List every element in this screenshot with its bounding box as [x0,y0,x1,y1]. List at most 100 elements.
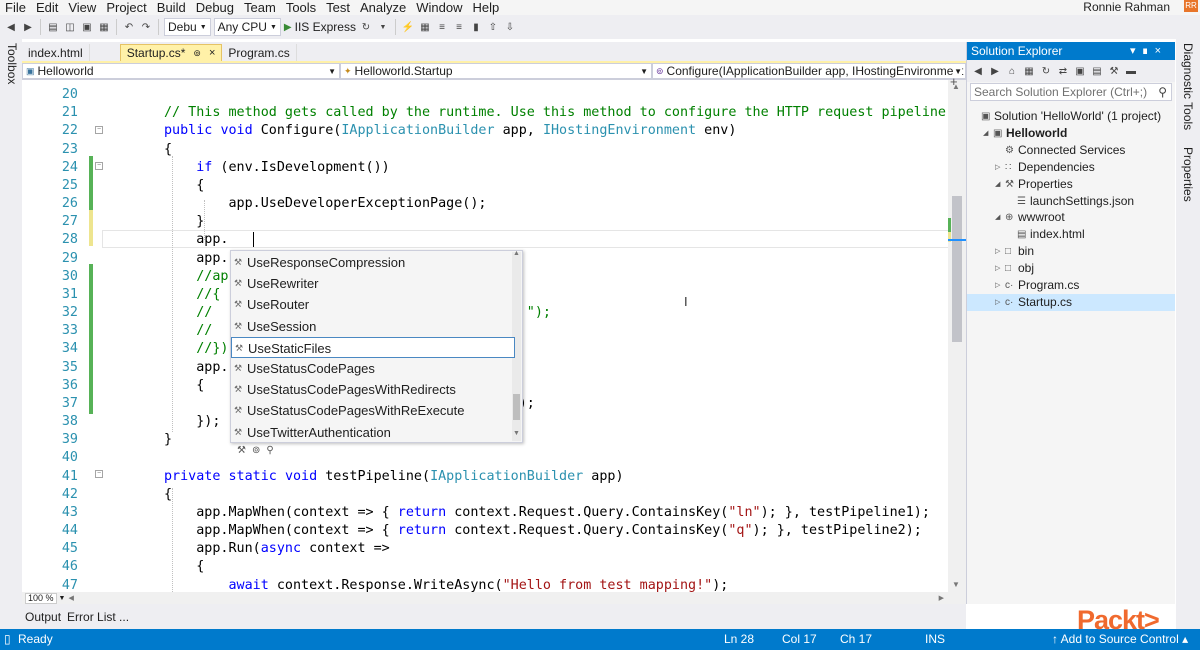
sync-icon[interactable]: ⇄ [1056,64,1070,78]
undo-icon[interactable]: ↶ [122,20,136,34]
menu-item-file[interactable]: File [0,0,31,15]
search-icon[interactable]: ⚲ [1158,84,1167,100]
collapse-arrow-icon[interactable]: ◢ [995,209,1000,226]
completion-item[interactable]: ⚒ UseStatusCodePagesWithRedirects [231,379,515,400]
uncomment-icon[interactable]: ≡ [452,20,466,34]
solution-tree-node[interactable]: ▤ index.html [967,226,1175,243]
completion-item[interactable]: ⚒ UseSession [231,316,515,337]
menu-item-project[interactable]: Project [101,0,151,15]
expand-arrow-icon[interactable]: ▷ [995,277,1000,294]
editor-horizontal-scrollbar[interactable]: 100 % ▼ ◀ ▶ [22,592,966,604]
find-icon[interactable]: ▦ [418,20,432,34]
code-line[interactable]: 20 [22,86,956,104]
solution-platform-select[interactable]: Any CPU ▼ [213,18,281,36]
editor-vertical-scrollbar[interactable]: + ▲ ▼ [948,74,966,592]
code-line[interactable]: 25 { [22,177,956,195]
tab-index-html[interactable]: index.html [22,44,90,62]
comment-icon[interactable]: ≡ [435,20,449,34]
close-icon[interactable]: × [1155,45,1167,57]
solution-tree-node[interactable]: ▷ □ bin [967,243,1175,260]
scrollbar-thumb[interactable] [952,196,962,342]
chevron-down-icon[interactable]: ▾ [1130,45,1142,57]
code-line[interactable]: 28 app. [22,231,956,249]
code-line[interactable]: 42 { [22,486,956,504]
chevron-down-icon[interactable]: ▼ [376,20,390,34]
collapse-region-icon[interactable]: − [95,162,103,170]
code-line[interactable]: 40 [22,449,956,467]
completion-item[interactable]: ⚒ UseResponseCompression [231,252,515,273]
completion-item[interactable]: ⚒ UseTwitterAuthentication [231,422,515,443]
code-line[interactable]: 41 private static void testPipeline(IAppl… [22,468,956,486]
collapse-region-icon[interactable]: − [95,470,103,478]
member-dropdown[interactable]: ⊚ Configure(IApplicationBuilder app, IHo… [652,63,966,79]
menu-item-edit[interactable]: Edit [31,0,63,15]
tab-output[interactable]: Output [25,610,61,624]
tab-error-list[interactable]: Error List ... [67,610,129,624]
solution-tree-node[interactable]: ◢ ⊕ wwwroot [967,209,1175,226]
intellisense-completion-list[interactable]: ▲ ▼ ⚒ ⊚ ⚲ ⚒ UseResponseCompression ⚒ UseRew… [230,250,523,456]
solution-tree-node[interactable]: ◢ ⚒ Properties [967,176,1175,193]
solution-tree-node[interactable]: ⚙ Connected Services [967,142,1175,159]
completion-item[interactable]: ⚒ UseRouter [231,294,515,315]
menu-item-team[interactable]: Team [239,0,281,15]
completion-item[interactable]: ⚒ UseRewriter [231,273,515,294]
tab-program-cs[interactable]: Program.cs [222,44,297,62]
code-line[interactable]: 45 app.Run(async context => [22,540,956,558]
menu-item-debug[interactable]: Debug [191,0,239,15]
solution-tree-node[interactable]: ▷ c· Startup.cs [967,293,1175,311]
menu-item-view[interactable]: View [63,0,101,15]
code-line[interactable]: 43 app.MapWhen(context => { return conte… [22,504,956,522]
next-bookmark-icon[interactable]: ⇩ [503,20,517,34]
scroll-up-icon[interactable]: ▲ [952,82,960,91]
scroll-down-icon[interactable]: ▼ [952,580,960,589]
preview-icon[interactable]: ▬ [1124,64,1138,78]
browser-link-icon[interactable]: ⚡ [401,20,415,34]
collapse-all-icon[interactable]: ▣ [1073,64,1087,78]
completion-item[interactable]: ⚒ UseStatusCodePages [231,358,515,379]
method-filter-icon[interactable]: ⊚ [252,445,260,456]
properties-tab[interactable]: Properties [1181,147,1195,202]
prev-bookmark-icon[interactable]: ⇧ [486,20,500,34]
user-account-name[interactable]: Ronnie Rahman [1083,0,1170,15]
user-avatar[interactable]: RR [1184,0,1198,12]
pin-icon[interactable]: ⊚ [193,48,201,59]
home-icon[interactable]: ⌂ [1005,64,1019,78]
forward-icon[interactable]: ▶ [21,20,35,34]
extension-method-filter-icon[interactable]: ⚒ [237,445,246,456]
code-line[interactable]: 23 { [22,141,956,159]
collapse-arrow-icon[interactable]: ◢ [983,125,988,142]
zoom-level-select[interactable]: 100 % [25,592,57,604]
solution-tree-node[interactable]: ☰ launchSettings.json [967,193,1175,210]
code-line[interactable]: 27 } [22,213,956,231]
solution-tree-node[interactable]: ▷ c· Program.cs [967,277,1175,294]
expand-arrow-icon[interactable]: ▷ [995,260,1000,277]
menu-item-tools[interactable]: Tools [281,0,321,15]
save-all-icon[interactable]: ▦ [97,20,111,34]
pin-icon[interactable]: ∎ [1142,45,1155,57]
menu-item-test[interactable]: Test [321,0,355,15]
switch-views-icon[interactable]: ▦ [1022,64,1036,78]
solution-tree-node[interactable]: ◢ ▣ Helloworld [967,125,1175,142]
properties-wrench-icon[interactable]: ⚒ [1107,64,1121,78]
type-dropdown[interactable]: ✦ Helloworld.Startup ▼ [340,63,652,79]
extension-filter-icon[interactable]: ⚲ [266,445,273,456]
redo-icon[interactable]: ↷ [139,20,153,34]
completion-item[interactable]: ⚒ UseStaticFiles [231,336,515,358]
code-line[interactable]: 47 await context.Response.WriteAsync("He… [22,577,956,592]
toolbox-tab[interactable]: Toolbox [5,43,19,84]
expand-arrow-icon[interactable]: ▷ [995,159,1000,176]
solution-tree-node[interactable]: ▷ ∷ Dependencies [967,159,1175,176]
diagnostic-tools-tab[interactable]: Diagnostic Tools [1181,43,1195,130]
collapse-arrow-icon[interactable]: ◢ [995,176,1000,193]
open-file-icon[interactable]: ◫ [63,20,77,34]
menu-item-help[interactable]: Help [468,0,505,15]
refresh-icon[interactable]: ↻ [359,20,373,34]
expand-arrow-icon[interactable]: ▷ [995,294,1000,311]
start-debugging-button[interactable]: ▶ IIS Express [284,20,356,34]
code-line[interactable]: 26 app.UseDeveloperExceptionPage(); [22,195,956,213]
show-all-files-icon[interactable]: ▤ [1090,64,1104,78]
expand-arrow-icon[interactable]: ▷ [995,243,1000,260]
back-icon[interactable]: ◀ [4,20,18,34]
code-line[interactable]: 21 // This method gets called by the runt… [22,104,956,122]
code-line[interactable]: 44 app.MapWhen(context => { return conte… [22,522,956,540]
